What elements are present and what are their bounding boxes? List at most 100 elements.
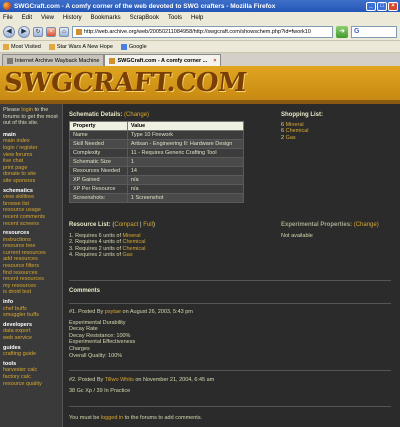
tab-wayback[interactable]: Internet Archive Wayback Machine xyxy=(2,54,105,66)
stop-icon[interactable]: × xyxy=(46,26,56,37)
tab-swgcraft[interactable]: SWGCraft.com - A comfy corner ... × xyxy=(104,54,222,66)
resource-list: Resource List: (Compact | Full) 1. Requi… xyxy=(69,222,269,259)
sidebar-link[interactable]: instructions xyxy=(3,237,59,244)
resource-item: 1. Requires 6 units of Mineral xyxy=(69,233,269,240)
menu-history[interactable]: History xyxy=(63,15,82,21)
sidebar-link[interactable]: find resources xyxy=(3,270,59,277)
sidebar-link[interactable]: login / register xyxy=(3,145,59,152)
comment-author-link[interactable]: psytae xyxy=(105,309,121,315)
comment-line: Overall Quality: 100% xyxy=(69,352,123,359)
value-link[interactable]: 1 Screenshot xyxy=(126,193,245,203)
shopping-item: 6 Mineral xyxy=(281,122,391,129)
property-cell: XP Gained xyxy=(69,175,128,185)
sidebar-link[interactable]: my resources xyxy=(3,283,59,290)
close-tab-icon[interactable]: × xyxy=(213,58,216,64)
sidebar-link[interactable]: print page xyxy=(3,165,59,172)
resource-item: 4. Requires 2 units of Gas xyxy=(69,252,269,259)
resource-link[interactable]: Chemical xyxy=(123,246,146,252)
resource-link[interactable]: Gas xyxy=(123,252,133,258)
experimental-change-link[interactable]: (Change) xyxy=(354,222,379,228)
column-header-property: Property xyxy=(69,121,128,131)
url-input[interactable]: http://web.archive.org/web/2005021108495… xyxy=(72,25,333,38)
sidebar-link[interactable]: browse list xyxy=(3,201,59,208)
back-icon[interactable]: ◀ xyxy=(3,25,15,38)
shopping-resource-link[interactable]: Gas xyxy=(286,135,296,141)
sidebar-link[interactable]: factory calc xyxy=(3,374,59,381)
sidebar-link[interactable]: smuggler buffs xyxy=(3,312,59,319)
sidebar-link[interactable]: recent resources xyxy=(3,276,59,283)
sidebar-link[interactable]: site sponsors xyxy=(3,178,59,185)
sidebar-link[interactable]: harvester calc xyxy=(3,367,59,374)
sidebar-link[interactable]: recent screens xyxy=(3,221,59,228)
maximize-button[interactable]: □ xyxy=(377,1,387,11)
value-link[interactable]: Artisan - Engineering II: Hardware Desig… xyxy=(126,139,245,149)
login-link[interactable]: login xyxy=(21,107,33,113)
site-favicon-icon xyxy=(109,57,116,64)
comments-title: Comments xyxy=(69,288,101,294)
menu-file[interactable]: File xyxy=(3,15,13,21)
schematic-title: Schematic Details: xyxy=(69,112,123,118)
sidebar-link[interactable]: view forums xyxy=(3,152,59,159)
resource-link[interactable]: Mineral xyxy=(123,233,141,239)
navigation-toolbar: ◀ ▶ ↻ × ⌂ http://web.archive.org/web/200… xyxy=(0,23,400,41)
sidebar-heading: developers xyxy=(3,321,33,328)
compact-link[interactable]: Compact xyxy=(114,222,138,228)
experimental-properties: Experimental Properties: (Change) Not av… xyxy=(281,222,393,239)
comment-author-link[interactable]: Tillwo Whits xyxy=(105,377,134,383)
sidebar-link[interactable]: add resources xyxy=(3,256,59,263)
minimize-button[interactable]: _ xyxy=(366,1,376,11)
bookmark-star-wars[interactable]: Star Wars A New Hope xyxy=(48,43,113,50)
resource-item: 2. Requires 4 units of Chemical xyxy=(69,239,269,246)
close-window-button[interactable]: × xyxy=(388,1,398,11)
search-input[interactable]: G xyxy=(351,25,397,38)
schematic-change-link[interactable]: (Change) xyxy=(124,112,149,118)
bookmark-most-visited[interactable]: Most Visited xyxy=(3,43,41,50)
window-titlebar: SWGCraft.com - A comfy corner of the web… xyxy=(0,0,400,12)
shopping-resource-link[interactable]: Chemical xyxy=(286,128,309,134)
comment-line: Decay Rate xyxy=(69,326,98,333)
experimental-title: Experimental Properties: xyxy=(281,222,353,228)
sidebar-link[interactable]: chef buffs xyxy=(3,306,59,313)
sidebar-link[interactable]: resource filters xyxy=(3,263,59,270)
forward-icon[interactable]: ▶ xyxy=(18,25,30,38)
shopping-resource-link[interactable]: Mineral xyxy=(286,122,304,128)
menu-help[interactable]: Help xyxy=(191,15,203,21)
menu-edit[interactable]: Edit xyxy=(22,15,32,21)
full-link[interactable]: Full xyxy=(143,222,153,228)
sidebar-link[interactable]: recent comments xyxy=(3,214,59,221)
menu-tools[interactable]: Tools xyxy=(168,15,182,21)
sidebar-link[interactable]: resource usage xyxy=(3,207,59,214)
resource-text: 4. Requires 2 units of xyxy=(69,252,123,259)
sidebar-link[interactable]: view skilltree xyxy=(3,194,59,201)
sidebar-link[interactable]: live chat xyxy=(3,158,59,165)
menu-view[interactable]: View xyxy=(41,15,54,21)
sidebar-link[interactable]: crafting guide xyxy=(3,351,59,358)
resource-link[interactable]: Chemical xyxy=(123,239,146,245)
add-comment-note: You must be logged in to the forums to a… xyxy=(69,415,203,421)
sidebar-heading: guides xyxy=(3,344,21,351)
login-prompt: Please login to the forums to get the mo… xyxy=(3,107,58,127)
bookmark-google[interactable]: Google xyxy=(120,43,147,50)
sidebar-link[interactable]: resource quality xyxy=(3,381,59,388)
menu-bar: File Edit View History Bookmarks ScrapBo… xyxy=(0,12,400,23)
sidebar-link[interactable]: resource tree xyxy=(3,243,59,250)
go-button[interactable]: ➜ xyxy=(336,25,348,38)
google-icon: G xyxy=(354,28,360,35)
site-favicon-icon xyxy=(76,28,82,35)
reload-icon[interactable]: ↻ xyxy=(33,26,43,37)
menu-scrapbook[interactable]: ScrapBook xyxy=(130,15,159,21)
window-title: SWGCraft.com - A comfy corner of the web… xyxy=(14,2,276,10)
sidebar-link[interactable]: donate to site xyxy=(3,171,59,178)
sidebar-link[interactable]: web service xyxy=(3,335,59,342)
shopping-item: 2 Gas xyxy=(281,135,391,142)
home-icon[interactable]: ⌂ xyxy=(59,26,69,37)
site-logo[interactable]: SWGCRAFT.COM xyxy=(2,68,247,98)
divider xyxy=(69,303,391,304)
sidebar-link[interactable]: data export xyxy=(3,328,59,335)
sidebar-link[interactable]: is droid test xyxy=(3,289,59,296)
menu-bookmarks[interactable]: Bookmarks xyxy=(91,15,121,21)
divider xyxy=(69,370,391,371)
logged-in-link[interactable]: logged in xyxy=(101,415,123,421)
sidebar-link[interactable]: main index xyxy=(3,138,59,145)
sidebar-link[interactable]: current resources xyxy=(3,250,59,257)
